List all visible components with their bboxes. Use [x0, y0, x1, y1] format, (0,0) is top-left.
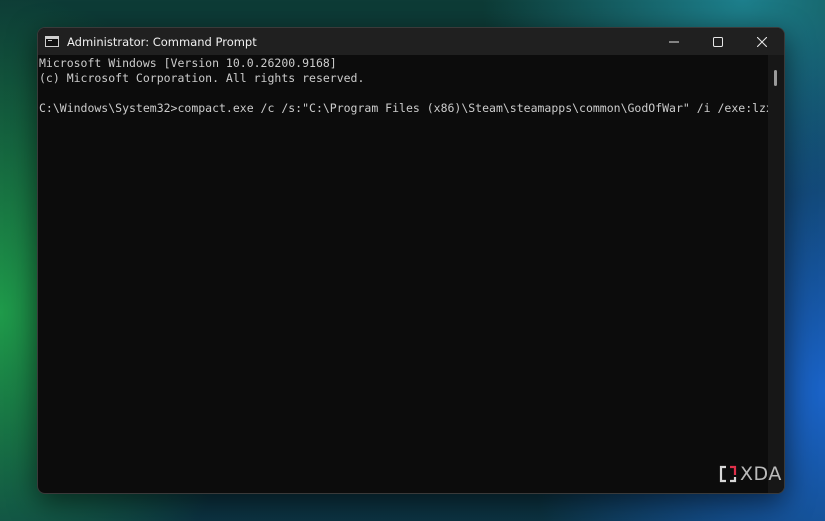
cmd-icon [45, 36, 59, 47]
window-title: Administrator: Command Prompt [67, 34, 257, 49]
close-button[interactable] [740, 28, 784, 55]
watermark-text: XDA [740, 463, 782, 485]
scrollbar-thumb[interactable] [774, 70, 777, 86]
command-prompt-window[interactable]: Administrator: Command Prompt Microsoft [37, 27, 785, 494]
console-line-copyright: (c) Microsoft Corporation. All rights re… [39, 71, 365, 85]
title-bar[interactable]: Administrator: Command Prompt [38, 28, 784, 55]
maximize-icon [713, 36, 723, 47]
console-line-command[interactable]: C:\Windows\System32>compact.exe /c /s:"C… [38, 101, 773, 116]
xda-watermark: XDA [718, 463, 782, 485]
maximize-button[interactable] [696, 28, 740, 55]
minimize-icon [669, 41, 679, 42]
window-controls [652, 28, 784, 55]
close-icon [757, 36, 767, 47]
xda-logo-icon [719, 465, 737, 483]
console-output[interactable]: Microsoft Windows [Version 10.0.26200.91… [38, 55, 773, 493]
vertical-scrollbar[interactable] [768, 55, 784, 493]
minimize-button[interactable] [652, 28, 696, 55]
console-line-version: Microsoft Windows [Version 10.0.26200.91… [39, 56, 337, 70]
